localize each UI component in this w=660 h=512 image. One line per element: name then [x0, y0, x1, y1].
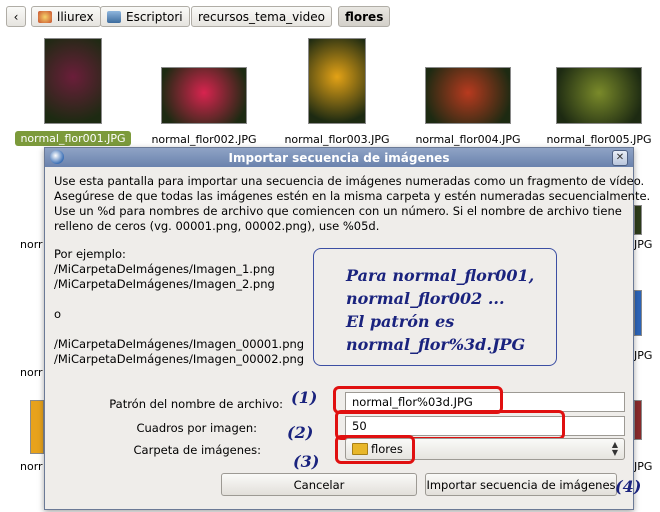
crumb-label: recursos_tema_video: [198, 9, 325, 24]
example-line: Por ejemplo:: [54, 247, 126, 261]
example-line: [54, 322, 304, 337]
image-thumbnail: [425, 67, 511, 124]
home-icon: [38, 10, 52, 23]
file-name: normal_flor002.JPG: [151, 133, 257, 146]
example-line: o: [54, 307, 62, 321]
description-line: relleno de ceros (vg. 00001.png, 00002.p…: [54, 219, 380, 233]
example-line: /MiCarpetaDeImágenes/Imagen_00002.png: [54, 352, 305, 366]
annotation-1: (1): [291, 388, 318, 407]
dialog-title: Importar secuencia de imágenes: [228, 150, 450, 165]
pattern-label: Patrón del nombre de archivo:: [109, 397, 283, 411]
crumb-label: lliurex: [57, 9, 94, 24]
image-thumbnail: [308, 38, 366, 124]
note-line: El patrón es: [346, 312, 455, 331]
note-line: normal_flor%3d.JPG: [346, 335, 526, 354]
crumb-flores[interactable]: flores: [338, 6, 391, 27]
partial-file-name: JPG: [634, 349, 653, 362]
crumb-label: Escriptori: [126, 9, 183, 24]
example-text: Por ejemplo: /MiCarpetaDeImágenes/Imagen…: [54, 247, 304, 367]
crumb-recursos[interactable]: recursos_tema_video: [191, 6, 332, 27]
example-line: /MiCarpetaDeImágenes/Imagen_2.png: [54, 277, 275, 291]
image-thumbnail: [634, 290, 642, 336]
image-thumbnail: [634, 400, 642, 440]
desktop-icon: [107, 10, 121, 23]
close-icon[interactable]: ✕: [612, 150, 628, 166]
image-thumbnail: [161, 67, 247, 124]
crumb-label: flores: [345, 9, 384, 24]
annotation-note: Para normal_flor001, normal_flor002 ... …: [313, 248, 557, 366]
cancel-button[interactable]: Cancelar: [221, 473, 417, 496]
import-button[interactable]: Importar secuencia de imágenes: [425, 473, 617, 496]
image-thumbnail: [44, 38, 102, 124]
annotation-2: (2): [287, 423, 314, 442]
file-name: normal_flor004.JPG: [415, 133, 521, 146]
image-thumbnail: [634, 205, 642, 235]
image-thumbnail: [30, 400, 44, 454]
partial-file-name: norr: [20, 366, 43, 379]
partial-file-name: norr: [20, 460, 43, 473]
description-line: Use esta pantalla para importar una secu…: [54, 174, 645, 188]
highlight-box-3: [335, 435, 415, 464]
file-name: normal_flor005.JPG: [546, 133, 652, 146]
example-line: /MiCarpetaDeImágenes/Imagen_1.png: [54, 262, 275, 276]
partial-file-name: JPG: [634, 460, 653, 473]
file-item[interactable]: normal_flor003.JPG: [279, 36, 395, 146]
annotation-3: (3): [293, 452, 320, 471]
crumb-lliurex[interactable]: lliurex: [31, 6, 101, 27]
file-item[interactable]: normal_flor002.JPG: [146, 36, 262, 146]
folder-label: Carpeta de imágenes:: [133, 443, 261, 457]
frames-label: Cuadros por imagen:: [136, 421, 257, 435]
dialog-titlebar: Importar secuencia de imágenes ✕: [45, 148, 633, 167]
combo-arrows-icon: ▲ ▼: [611, 440, 618, 457]
crumb-escriptori[interactable]: Escriptori: [100, 6, 190, 27]
file-item[interactable]: normal_flor004.JPG: [410, 36, 526, 146]
file-item[interactable]: normal_flor005.JPG: [541, 36, 657, 146]
chevron-left-icon: ‹: [13, 9, 19, 24]
image-thumbnail: [556, 67, 642, 124]
description-text: Use esta pantalla para importar una secu…: [54, 174, 651, 234]
note-line: Para normal_flor001,: [346, 266, 535, 285]
back-button[interactable]: ‹: [6, 6, 26, 27]
annotation-4: (4): [615, 477, 642, 496]
app-icon: [50, 150, 64, 164]
import-sequence-dialog: Importar secuencia de imágenes ✕ Use est…: [44, 147, 651, 510]
example-line: [54, 292, 304, 307]
path-bar: ‹ lliurex Escriptori recursos_tema_video…: [0, 0, 660, 34]
file-item[interactable]: normal_flor001.JPG: [15, 36, 131, 146]
description-line: Asegúrese de que todas las imágenes esté…: [54, 189, 651, 203]
file-name: normal_flor001.JPG: [15, 131, 131, 146]
example-line: /MiCarpetaDeImágenes/Imagen_00001.png: [54, 337, 305, 351]
partial-file-name: norr: [20, 238, 43, 251]
description-line: Use un %d para nombres de archivo que co…: [54, 204, 622, 218]
partial-file-name: JPG: [634, 238, 653, 251]
note-line: normal_flor002 ...: [346, 289, 505, 308]
file-name: normal_flor003.JPG: [284, 133, 390, 146]
